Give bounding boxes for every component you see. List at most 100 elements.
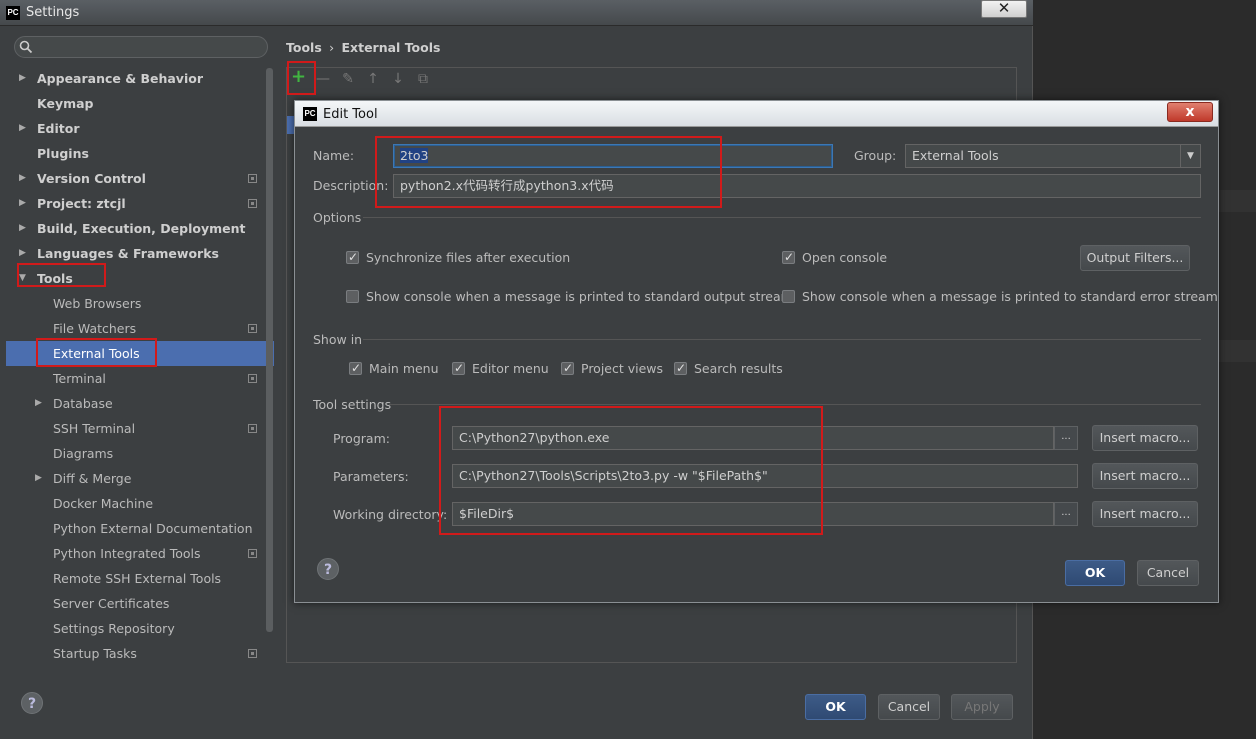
edit-icon[interactable]: ✎ [341, 72, 355, 86]
sidebar-item[interactable]: ▶ Diff & Merge [6, 466, 274, 491]
sidebar-item-label: Plugins [37, 146, 89, 161]
working-directory-label: Working directory: [333, 507, 448, 522]
settings-tree: ▶ Appearance & Behavior Keymap ▶ Editor Plugi… [6, 66, 274, 666]
help-icon[interactable]: ? [21, 692, 43, 714]
chevron-right-icon[interactable]: ▶ [19, 216, 26, 241]
name-field[interactable]: 2to3 [393, 144, 833, 168]
chevron-right-icon[interactable]: ▶ [19, 66, 26, 91]
tree-scrollbar[interactable] [266, 68, 273, 632]
sidebar-item[interactable]: File Watchers [6, 316, 274, 341]
sidebar-item[interactable]: ▶ Project: ztcjl [6, 191, 274, 216]
chevron-down-icon: ▼ [1180, 145, 1200, 167]
project-views-checkbox[interactable]: Project views [561, 360, 663, 377]
remove-icon[interactable]: — [316, 72, 330, 86]
breadcrumb: Tools › External Tools [286, 40, 440, 55]
group-value: External Tools [912, 148, 999, 163]
window-close-button[interactable]: ✕ [981, 0, 1027, 18]
sidebar-item[interactable]: ▶ Editor [6, 116, 274, 141]
pycharm-logo-icon: PC [303, 107, 317, 121]
checkbox-icon [782, 249, 795, 265]
sync-files-checkbox[interactable]: Synchronize files after execution [346, 249, 571, 266]
working-directory-browse-button[interactable]: ... [1054, 502, 1078, 526]
sidebar-item[interactable]: ▶ Appearance & Behavior [6, 66, 274, 91]
dialog-cancel-button[interactable]: Cancel [1137, 560, 1199, 586]
dialog-ok-button[interactable]: OK [1065, 560, 1125, 586]
chevron-right-icon[interactable]: ▶ [35, 466, 42, 491]
sidebar-item[interactable]: SSH Terminal [6, 416, 274, 441]
help-icon[interactable]: ? [317, 558, 339, 580]
working-directory-field[interactable]: $FileDir$ [452, 502, 1054, 526]
sidebar-item[interactable]: Settings Repository [6, 616, 274, 641]
stderr-console-checkbox[interactable]: Show console when a message is printed t… [782, 289, 1218, 305]
sidebar-item-label: External Tools [53, 346, 140, 361]
sidebar-item[interactable]: ▶ Languages & Frameworks [6, 241, 274, 266]
parameters-insert-macro-button[interactable]: Insert macro... [1092, 463, 1198, 489]
sidebar-item-label: File Watchers [53, 321, 137, 336]
edit-tool-dialog: PC Edit Tool x Name: 2to3 Group: Externa… [294, 100, 1219, 603]
chevron-down-icon[interactable]: ▼ [19, 266, 26, 291]
add-icon[interactable]: + [291, 68, 306, 86]
parameters-field[interactable]: C:\Python27\Tools\Scripts\2to3.py -w "$F… [452, 464, 1078, 488]
cancel-button[interactable]: Cancel [878, 694, 940, 720]
output-filters-button[interactable]: Output Filters... [1080, 245, 1190, 271]
editor-menu-checkbox[interactable]: Editor menu [452, 360, 549, 377]
sidebar-item[interactable]: ▶ Database [6, 391, 274, 416]
apply-button[interactable]: Apply [951, 694, 1013, 720]
sidebar-item[interactable]: ▶ Build, Execution, Deployment [6, 216, 274, 241]
search-results-checkbox[interactable]: Search results [674, 360, 783, 377]
parameters-label: Parameters: [333, 469, 409, 484]
sidebar-item-label: Python Integrated Tools [53, 546, 201, 561]
ok-button[interactable]: OK [805, 694, 866, 720]
copy-icon[interactable]: ⧉ [416, 72, 430, 86]
tool-settings-divider [389, 404, 1201, 405]
chevron-right-icon[interactable]: ▶ [19, 116, 26, 141]
dialog-close-button[interactable]: x [1167, 102, 1213, 122]
checkbox-icon [346, 290, 359, 303]
sidebar-item[interactable]: Web Browsers [6, 291, 274, 316]
sidebar-item[interactable]: Startup Tasks [6, 641, 274, 666]
program-field[interactable]: C:\Python27\python.exe [452, 426, 1054, 450]
checkbox-icon [346, 249, 359, 265]
sidebar-item[interactable]: Terminal [6, 366, 274, 391]
sidebar-item[interactable]: Diagrams [6, 441, 274, 466]
sidebar-item[interactable]: ▼ Tools [6, 266, 274, 291]
sidebar-item[interactable]: Server Certificates [6, 591, 274, 616]
chevron-right-icon[interactable]: ▶ [19, 241, 26, 266]
breadcrumb-parent: Tools [286, 40, 322, 55]
sync-files-label: Synchronize files after execution [366, 250, 571, 265]
open-console-checkbox[interactable]: Open console [782, 249, 887, 266]
project-scope-icon [248, 424, 257, 433]
sidebar-item[interactable]: Python Integrated Tools [6, 541, 274, 566]
editor-menu-label: Editor menu [472, 361, 549, 376]
settings-search-input[interactable] [14, 36, 268, 58]
chevron-right-icon[interactable]: ▶ [19, 191, 26, 216]
move-up-icon[interactable]: ↑ [366, 72, 380, 86]
main-menu-checkbox[interactable]: Main menu [349, 360, 439, 377]
sidebar-item[interactable]: Python External Documentation [6, 516, 274, 541]
description-label: Description: [313, 178, 389, 193]
sidebar-item-label: Editor [37, 121, 80, 136]
program-insert-macro-button[interactable]: Insert macro... [1092, 425, 1198, 451]
sidebar-item-label: Web Browsers [53, 296, 142, 311]
sidebar-item[interactable]: Plugins [6, 141, 274, 166]
stdout-console-checkbox[interactable]: Show console when a message is printed t… [346, 289, 793, 305]
sidebar-item[interactable]: External Tools [6, 341, 274, 366]
breadcrumb-current: External Tools [341, 40, 441, 55]
program-browse-button[interactable]: ... [1054, 426, 1078, 450]
group-select[interactable]: External Tools ▼ [905, 144, 1201, 168]
sidebar-item[interactable]: Keymap [6, 91, 274, 116]
sidebar-item[interactable]: ▶ Version Control [6, 166, 274, 191]
chevron-right-icon[interactable]: ▶ [35, 391, 42, 416]
chevron-right-icon[interactable]: ▶ [19, 166, 26, 191]
working-directory-insert-macro-button[interactable]: Insert macro... [1092, 501, 1198, 527]
move-down-icon[interactable]: ↓ [391, 72, 405, 86]
window-title: Settings [26, 5, 80, 20]
sidebar-item[interactable]: Remote SSH External Tools [6, 566, 274, 591]
checkbox-icon [674, 360, 687, 376]
sidebar-item[interactable]: Docker Machine [6, 491, 274, 516]
description-field[interactable]: python2.x代码转行成python3.x代码 [393, 174, 1201, 198]
show-in-divider [363, 339, 1201, 340]
name-value: 2to3 [400, 148, 429, 163]
sidebar-item-label: Terminal [53, 371, 106, 386]
options-header: Options [313, 210, 362, 225]
